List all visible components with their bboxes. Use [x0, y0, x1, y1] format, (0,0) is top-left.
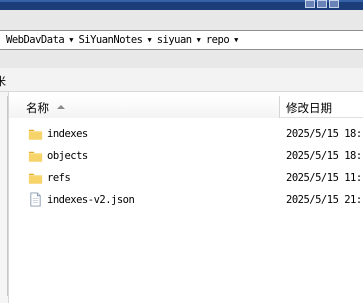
folder-icon	[28, 173, 43, 184]
breadcrumb-webdavdata[interactable]: WebDavData	[6, 34, 65, 46]
file-date: 2025/5/15 21:	[286, 194, 362, 206]
list-item-objects[interactable]: objects 2025/5/15 18:	[9, 145, 363, 167]
address-bar[interactable]: WebDavData ▼ SiYuanNotes ▼ siyuan ▼ repo…	[0, 30, 363, 50]
file-name: indexes	[47, 128, 88, 140]
maximize-button[interactable]	[317, 0, 327, 8]
file-icon	[30, 192, 41, 207]
chevron-down-icon[interactable]: ▼	[234, 36, 238, 44]
file-date: 2025/5/15 18:	[286, 128, 362, 140]
file-date: 2025/5/15 11:	[286, 172, 362, 184]
toolbar-partial-label[interactable]: 米	[0, 73, 6, 89]
column-header: 名称 修改日期	[9, 96, 363, 118]
command-toolbar: 米	[0, 68, 363, 92]
close-button[interactable]	[329, 0, 339, 8]
list-item-indexes[interactable]: indexes 2025/5/15 18:	[9, 123, 363, 145]
list-item-refs[interactable]: refs 2025/5/15 11:	[9, 167, 363, 189]
folder-icon	[28, 151, 43, 162]
file-list: 名称 修改日期 indexes 2025/5/15 18: objects 20…	[9, 92, 363, 303]
window-title-bar	[0, 0, 363, 10]
folder-icon	[28, 129, 43, 140]
file-name: objects	[47, 150, 88, 162]
column-name-header[interactable]: 名称	[9, 96, 280, 118]
chevron-down-icon[interactable]: ▼	[69, 36, 73, 44]
navigation-pane	[0, 92, 8, 303]
column-date-header[interactable]: 修改日期	[281, 96, 363, 118]
column-name-label: 名称	[26, 101, 49, 115]
file-name: indexes-v2.json	[47, 194, 135, 206]
chevron-down-icon[interactable]: ▼	[197, 36, 201, 44]
chevron-down-icon[interactable]: ▼	[147, 36, 151, 44]
file-name: refs	[47, 172, 71, 184]
list-item-indexes-v2-json[interactable]: indexes-v2.json 2025/5/15 21:	[9, 189, 363, 211]
breadcrumb-siyuan[interactable]: siyuan	[157, 34, 192, 46]
file-date: 2025/5/15 18:	[286, 150, 362, 162]
address-bar-area: WebDavData ▼ SiYuanNotes ▼ siyuan ▼ repo…	[0, 10, 363, 68]
breadcrumb-siyuannotes[interactable]: SiYuanNotes	[78, 34, 143, 46]
sort-ascending-icon	[57, 105, 65, 109]
breadcrumb-repo[interactable]: repo	[206, 34, 230, 46]
minimize-button[interactable]	[305, 0, 315, 8]
column-date-label: 修改日期	[286, 101, 332, 115]
